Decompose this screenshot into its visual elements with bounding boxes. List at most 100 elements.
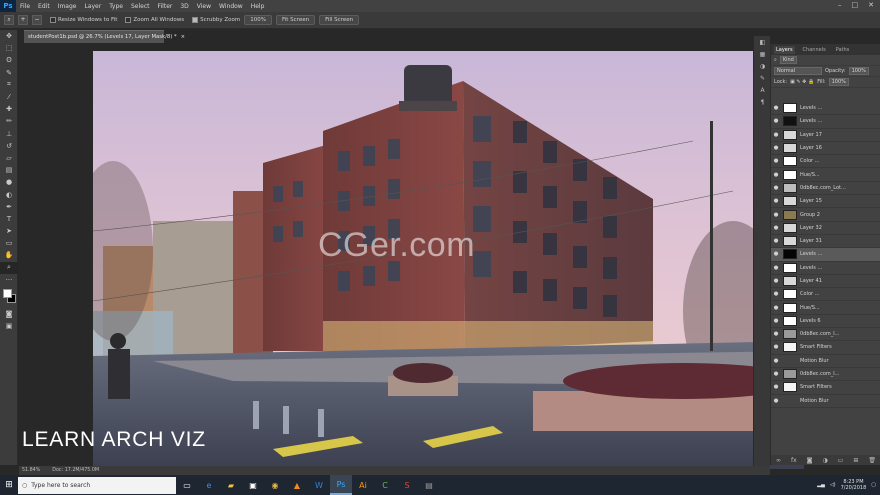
crop-tool-icon[interactable]: ⌗: [0, 79, 18, 91]
brush-tool-icon[interactable]: ✏: [0, 115, 18, 127]
hand-tool-icon[interactable]: ✋: [0, 249, 18, 261]
menu-edit[interactable]: Edit: [34, 3, 54, 10]
scrubby-zoom-checkbox[interactable]: Scrubby Zoom: [192, 17, 240, 23]
network-icon[interactable]: ▂▄: [817, 482, 825, 488]
visibility-eye-icon[interactable]: ●: [771, 118, 781, 124]
screen-mode-icon[interactable]: ▣: [0, 320, 18, 332]
fill-field[interactable]: 100%: [828, 78, 849, 86]
menu-select[interactable]: Select: [127, 3, 154, 10]
layer-row[interactable]: ● Layer 17: [771, 129, 880, 142]
task-view-icon[interactable]: ▭: [176, 475, 198, 495]
layer-row[interactable]: ● Smart Filters: [771, 341, 880, 355]
layer-row[interactable]: ● Color ...: [771, 288, 880, 302]
path-select-tool-icon[interactable]: ➤: [0, 225, 18, 237]
menu-file[interactable]: File: [16, 3, 34, 10]
opacity-field[interactable]: 100%: [848, 67, 869, 75]
history-brush-tool-icon[interactable]: ↺: [0, 140, 18, 152]
gradient-tool-icon[interactable]: ▤: [0, 164, 18, 176]
menu-image[interactable]: Image: [54, 3, 81, 10]
visibility-eye-icon[interactable]: ●: [771, 212, 781, 218]
visibility-eye-icon[interactable]: ●: [771, 291, 781, 297]
visibility-eye-icon[interactable]: ●: [771, 251, 781, 257]
history-panel-icon[interactable]: ◧: [754, 36, 771, 48]
visibility-eye-icon[interactable]: ●: [771, 238, 781, 244]
visibility-eye-icon[interactable]: ●: [771, 198, 781, 204]
start-button[interactable]: ⊞: [0, 475, 18, 495]
layer-row[interactable]: ● Levels ...: [771, 115, 880, 129]
layer-row[interactable]: ● 0db8ec.com_Lot...: [771, 182, 880, 196]
shape-tool-icon[interactable]: ▭: [0, 237, 18, 249]
zoom-in-icon[interactable]: +: [18, 15, 28, 25]
eraser-tool-icon[interactable]: ▱: [0, 152, 18, 164]
layer-row[interactable]: ● Levels ...: [771, 248, 880, 262]
photoshop-icon[interactable]: Ps: [330, 475, 352, 495]
blend-mode-select[interactable]: Normal: [774, 67, 822, 75]
trash-icon[interactable]: 🗑: [868, 457, 876, 464]
illustrator-icon[interactable]: Ai: [352, 475, 374, 495]
properties-panel-icon[interactable]: ▦: [754, 48, 771, 60]
layer-row[interactable]: ● 0db8ec.com_l...: [771, 368, 880, 382]
layer-row[interactable]: ● Smart Filters: [771, 381, 880, 395]
layer-row[interactable]: ● Levels ...: [771, 102, 880, 116]
type-tool-icon[interactable]: T: [0, 213, 18, 225]
taskbar-search[interactable]: ○ Type here to search: [18, 476, 176, 494]
menu-view[interactable]: View: [193, 3, 215, 10]
menu-layer[interactable]: Layer: [80, 3, 105, 10]
visibility-eye-icon[interactable]: ●: [771, 358, 781, 364]
layer-row[interactable]: ● Layer 16: [771, 142, 880, 156]
resize-windows-checkbox[interactable]: Resize Windows to Fit: [50, 17, 117, 23]
visibility-eye-icon[interactable]: ●: [771, 278, 781, 284]
layer-row[interactable]: ● Levels ...: [771, 262, 880, 275]
zoom-tool-icon[interactable]: ⌕: [0, 261, 18, 274]
visibility-eye-icon[interactable]: ●: [771, 158, 781, 164]
healing-tool-icon[interactable]: ✚: [0, 103, 18, 115]
menu-window[interactable]: Window: [215, 3, 247, 10]
edge-icon[interactable]: e: [198, 475, 220, 495]
layer-row[interactable]: ● Hue/S...: [771, 301, 880, 315]
visibility-eye-icon[interactable]: ●: [771, 185, 781, 191]
more-tools-icon[interactable]: ···: [0, 274, 18, 286]
layer-row[interactable]: ● Levels 6: [771, 315, 880, 329]
visibility-eye-icon[interactable]: ●: [771, 105, 781, 111]
sketchup-icon[interactable]: S: [396, 475, 418, 495]
notifications-icon[interactable]: ▢: [871, 482, 876, 488]
visibility-eye-icon[interactable]: ●: [771, 132, 781, 138]
adjustments-panel-icon[interactable]: ◑: [754, 60, 771, 72]
zoom-level-field[interactable]: 51.84%: [22, 468, 40, 473]
layer-row[interactable]: ● Hue/S...: [771, 168, 880, 182]
visibility-eye-icon[interactable]: ●: [771, 398, 781, 404]
layer-row[interactable]: ● Color ...: [771, 155, 880, 169]
marquee-tool-icon[interactable]: ⬚: [0, 42, 18, 54]
layer-row[interactable]: ● Motion Blur: [771, 355, 880, 368]
document-tab[interactable]: studentPost1b.psd @ 26.7% (Levels 17, La…: [24, 30, 185, 43]
lock-icons[interactable]: ▣ ✎ ✥ 🔒: [790, 79, 814, 85]
layer-kind-select[interactable]: Kind: [779, 56, 797, 64]
visibility-eye-icon[interactable]: ●: [771, 225, 781, 231]
minimize-button[interactable]: –: [838, 1, 842, 9]
quick-mask-icon[interactable]: ◙: [0, 308, 18, 320]
link-icon[interactable]: ∞: [776, 457, 781, 464]
eyedropper-tool-icon[interactable]: ⁄: [0, 91, 18, 103]
menu-filter[interactable]: Filter: [154, 3, 177, 10]
camtasia-icon[interactable]: C: [374, 475, 396, 495]
fx-icon[interactable]: fx: [791, 457, 797, 464]
layer-row[interactable]: ● Layer 41: [771, 275, 880, 289]
tab-layers[interactable]: Layers: [774, 45, 795, 54]
foreground-color-swatch[interactable]: [3, 288, 12, 298]
chrome-icon[interactable]: ◉: [264, 475, 286, 495]
layer-row[interactable]: ● 0db8ec.com_l...: [771, 328, 880, 342]
visibility-eye-icon[interactable]: ●: [771, 371, 781, 377]
word-icon[interactable]: W: [308, 475, 330, 495]
menu-3d[interactable]: 3D: [176, 3, 192, 10]
visibility-eye-icon[interactable]: ●: [771, 172, 781, 178]
visibility-eye-icon[interactable]: ●: [771, 305, 781, 311]
clone-stamp-tool-icon[interactable]: ⊥: [0, 128, 18, 140]
quick-select-tool-icon[interactable]: ✎: [0, 67, 18, 79]
layer-row[interactable]: ● Motion Blur: [771, 395, 880, 408]
brush-panel-icon[interactable]: ✎: [754, 72, 771, 84]
visibility-eye-icon[interactable]: ●: [771, 265, 781, 271]
visibility-eye-icon[interactable]: ●: [771, 331, 781, 337]
dodge-tool-icon[interactable]: ◐: [0, 188, 18, 200]
character-panel-icon[interactable]: A: [754, 84, 771, 96]
menu-type[interactable]: Type: [105, 3, 127, 10]
